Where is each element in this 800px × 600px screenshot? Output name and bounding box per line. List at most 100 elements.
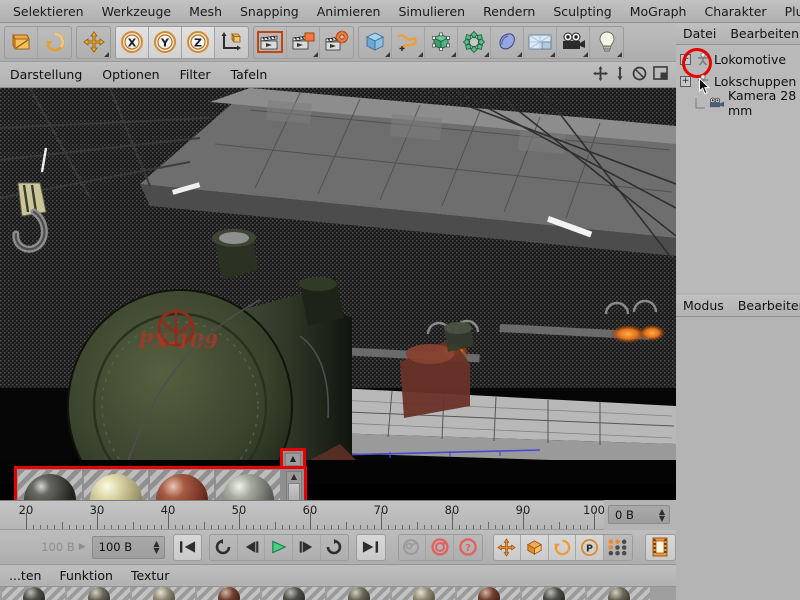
material-strip-item[interactable]	[67, 587, 130, 600]
viewport-3d[interactable]: PX-109 ▲ ▲	[0, 88, 676, 500]
menu-item-sculpting[interactable]: Sculpting	[544, 0, 620, 23]
rotate-view-icon[interactable]	[632, 66, 647, 84]
flyout-corner-icon[interactable]	[484, 51, 489, 57]
attribute-menu-bearbeiten[interactable]: Bearbeiten	[731, 298, 800, 313]
parameter-key-icon[interactable]: P	[576, 534, 604, 560]
flyout-corner-icon[interactable]	[418, 51, 423, 57]
move-tool-icon[interactable]	[77, 27, 110, 58]
axis-y-icon[interactable]: Y	[149, 26, 182, 58]
viewport-menu-filter[interactable]: Filter	[170, 67, 221, 82]
deformer-icon[interactable]	[458, 26, 491, 58]
material-item[interactable]: X Lokomotiv	[216, 470, 280, 500]
spline-icon[interactable]	[392, 26, 425, 58]
viewport-menu-tafeln[interactable]: Tafeln	[221, 67, 278, 82]
go-to-start-icon[interactable]	[174, 535, 202, 560]
expand-toggle-icon[interactable]: +	[680, 75, 691, 87]
range-start-field[interactable]: 100 B ▲ ▼	[91, 535, 165, 559]
scale-key-icon[interactable]	[521, 534, 549, 560]
range-end-readout[interactable]: 100 B ▶	[0, 540, 92, 554]
flyout-corner-icon[interactable]	[617, 51, 622, 57]
scroll-up-icon[interactable]: ▲	[291, 472, 297, 481]
timeline-icon[interactable]	[646, 535, 676, 560]
material-menu-funktion[interactable]: Funktion	[50, 568, 122, 583]
axis-z-icon[interactable]: Z	[182, 26, 215, 58]
light-icon[interactable]	[590, 27, 623, 58]
go-to-end-icon[interactable]	[357, 535, 385, 560]
world-object-axis-icon[interactable]	[215, 27, 248, 58]
current-frame-field[interactable]: 0 B ▲ ▼	[608, 505, 670, 524]
material-item[interactable]: X Lokomotiv	[84, 470, 148, 500]
pla-key-icon[interactable]	[603, 534, 632, 560]
render-picture-viewer-icon[interactable]	[287, 26, 320, 58]
material-strip-item[interactable]	[262, 587, 325, 600]
object-menu-bearbeiten[interactable]: Bearbeiten	[723, 26, 800, 41]
object-manager-tree[interactable]: + Lokomotive + Lokschuppen Kamera 28 mm	[676, 45, 800, 293]
maximize-view-icon[interactable]	[653, 66, 668, 83]
menu-item-mograph[interactable]: MoGraph	[621, 0, 696, 23]
menu-item-rendern[interactable]: Rendern	[474, 0, 544, 23]
material-strip-item[interactable]	[392, 587, 455, 600]
flyout-corner-icon[interactable]	[104, 51, 109, 57]
dolly-view-icon[interactable]	[614, 65, 626, 84]
position-key-icon[interactable]	[494, 534, 522, 560]
step-back-icon[interactable]	[238, 534, 266, 560]
render-view-icon[interactable]	[254, 26, 287, 58]
menu-item-selektieren[interactable]: Selektieren	[4, 0, 93, 23]
play-icon[interactable]	[265, 534, 293, 560]
object-menu-datei[interactable]: Datei	[676, 26, 723, 41]
material-item[interactable]: X Lokomotiv	[150, 470, 214, 500]
material-strip-item[interactable]	[587, 587, 650, 600]
scroll-up-icon[interactable]: ▲	[290, 454, 296, 463]
attribute-menu-modus[interactable]: Modus	[676, 298, 731, 313]
attribute-manager-body[interactable]	[676, 317, 800, 457]
flyout-corner-icon[interactable]	[517, 51, 522, 57]
object-row-kamera[interactable]: Kamera 28 mm	[676, 88, 800, 118]
camera-object-icon[interactable]	[708, 96, 725, 111]
material-strip-item[interactable]	[132, 587, 195, 600]
menu-item-animieren[interactable]: Animieren	[308, 0, 390, 23]
material-menu-dateien[interactable]: ...ten	[0, 568, 50, 583]
pan-view-icon[interactable]	[593, 65, 608, 84]
material-item[interactable]: X Lokomotiv	[18, 470, 82, 500]
viewport-menu-optionen[interactable]: Optionen	[92, 67, 169, 82]
material-strip-item[interactable]	[197, 587, 260, 600]
material-strip-item[interactable]	[457, 587, 520, 600]
flyout-corner-icon[interactable]	[583, 51, 588, 57]
nurbs-icon[interactable]	[425, 26, 458, 58]
record-icon[interactable]	[426, 534, 454, 560]
flyout-corner-icon[interactable]	[313, 51, 318, 57]
axis-x-icon[interactable]: X	[116, 26, 149, 58]
undo-icon[interactable]	[5, 26, 38, 58]
flyout-corner-icon[interactable]	[550, 51, 555, 57]
redo-icon[interactable]	[38, 27, 71, 58]
menu-item-simulieren[interactable]: Simulieren	[389, 0, 474, 23]
range-end-arrow-icon[interactable]: ▶	[79, 542, 86, 552]
flyout-corner-icon[interactable]	[385, 51, 390, 57]
next-key-icon[interactable]	[321, 535, 349, 560]
menu-item-charakter[interactable]: Charakter	[695, 0, 775, 23]
material-manager-scrollbar[interactable]: ▲ ▼	[286, 471, 302, 500]
environment-icon[interactable]	[524, 26, 557, 58]
autokey-icon[interactable]	[399, 534, 427, 560]
material-strip-item[interactable]	[2, 587, 65, 600]
object-row-lokomotive[interactable]: + Lokomotive	[676, 48, 800, 78]
viewport-menu-darstellung[interactable]: Darstellung	[0, 67, 92, 82]
timeline-ruler[interactable]: 20 30 40 50 60 70 80 90 100	[0, 500, 604, 530]
cube-primitive-icon[interactable]	[359, 26, 392, 58]
flyout-corner-icon[interactable]	[451, 51, 456, 57]
step-forward-icon[interactable]	[293, 534, 321, 560]
previous-key-icon[interactable]	[210, 534, 238, 560]
menu-item-plugins[interactable]: Plug-ins	[776, 0, 800, 23]
material-menu-textur[interactable]: Textur	[122, 568, 178, 583]
rotation-key-icon[interactable]	[549, 534, 577, 560]
camera-icon[interactable]	[557, 26, 590, 58]
render-settings-icon[interactable]	[320, 27, 353, 58]
menu-item-snapping[interactable]: Snapping	[231, 0, 308, 23]
menu-item-werkzeuge[interactable]: Werkzeuge	[93, 0, 181, 23]
keyframe-selection-icon[interactable]: ?	[454, 535, 482, 560]
material-strip-item[interactable]	[522, 587, 585, 600]
material-manager-strip[interactable]	[0, 587, 676, 600]
menu-item-mesh[interactable]: Mesh	[180, 0, 231, 23]
material-strip-item[interactable]	[327, 587, 390, 600]
expand-toggle-icon[interactable]: +	[680, 53, 691, 65]
